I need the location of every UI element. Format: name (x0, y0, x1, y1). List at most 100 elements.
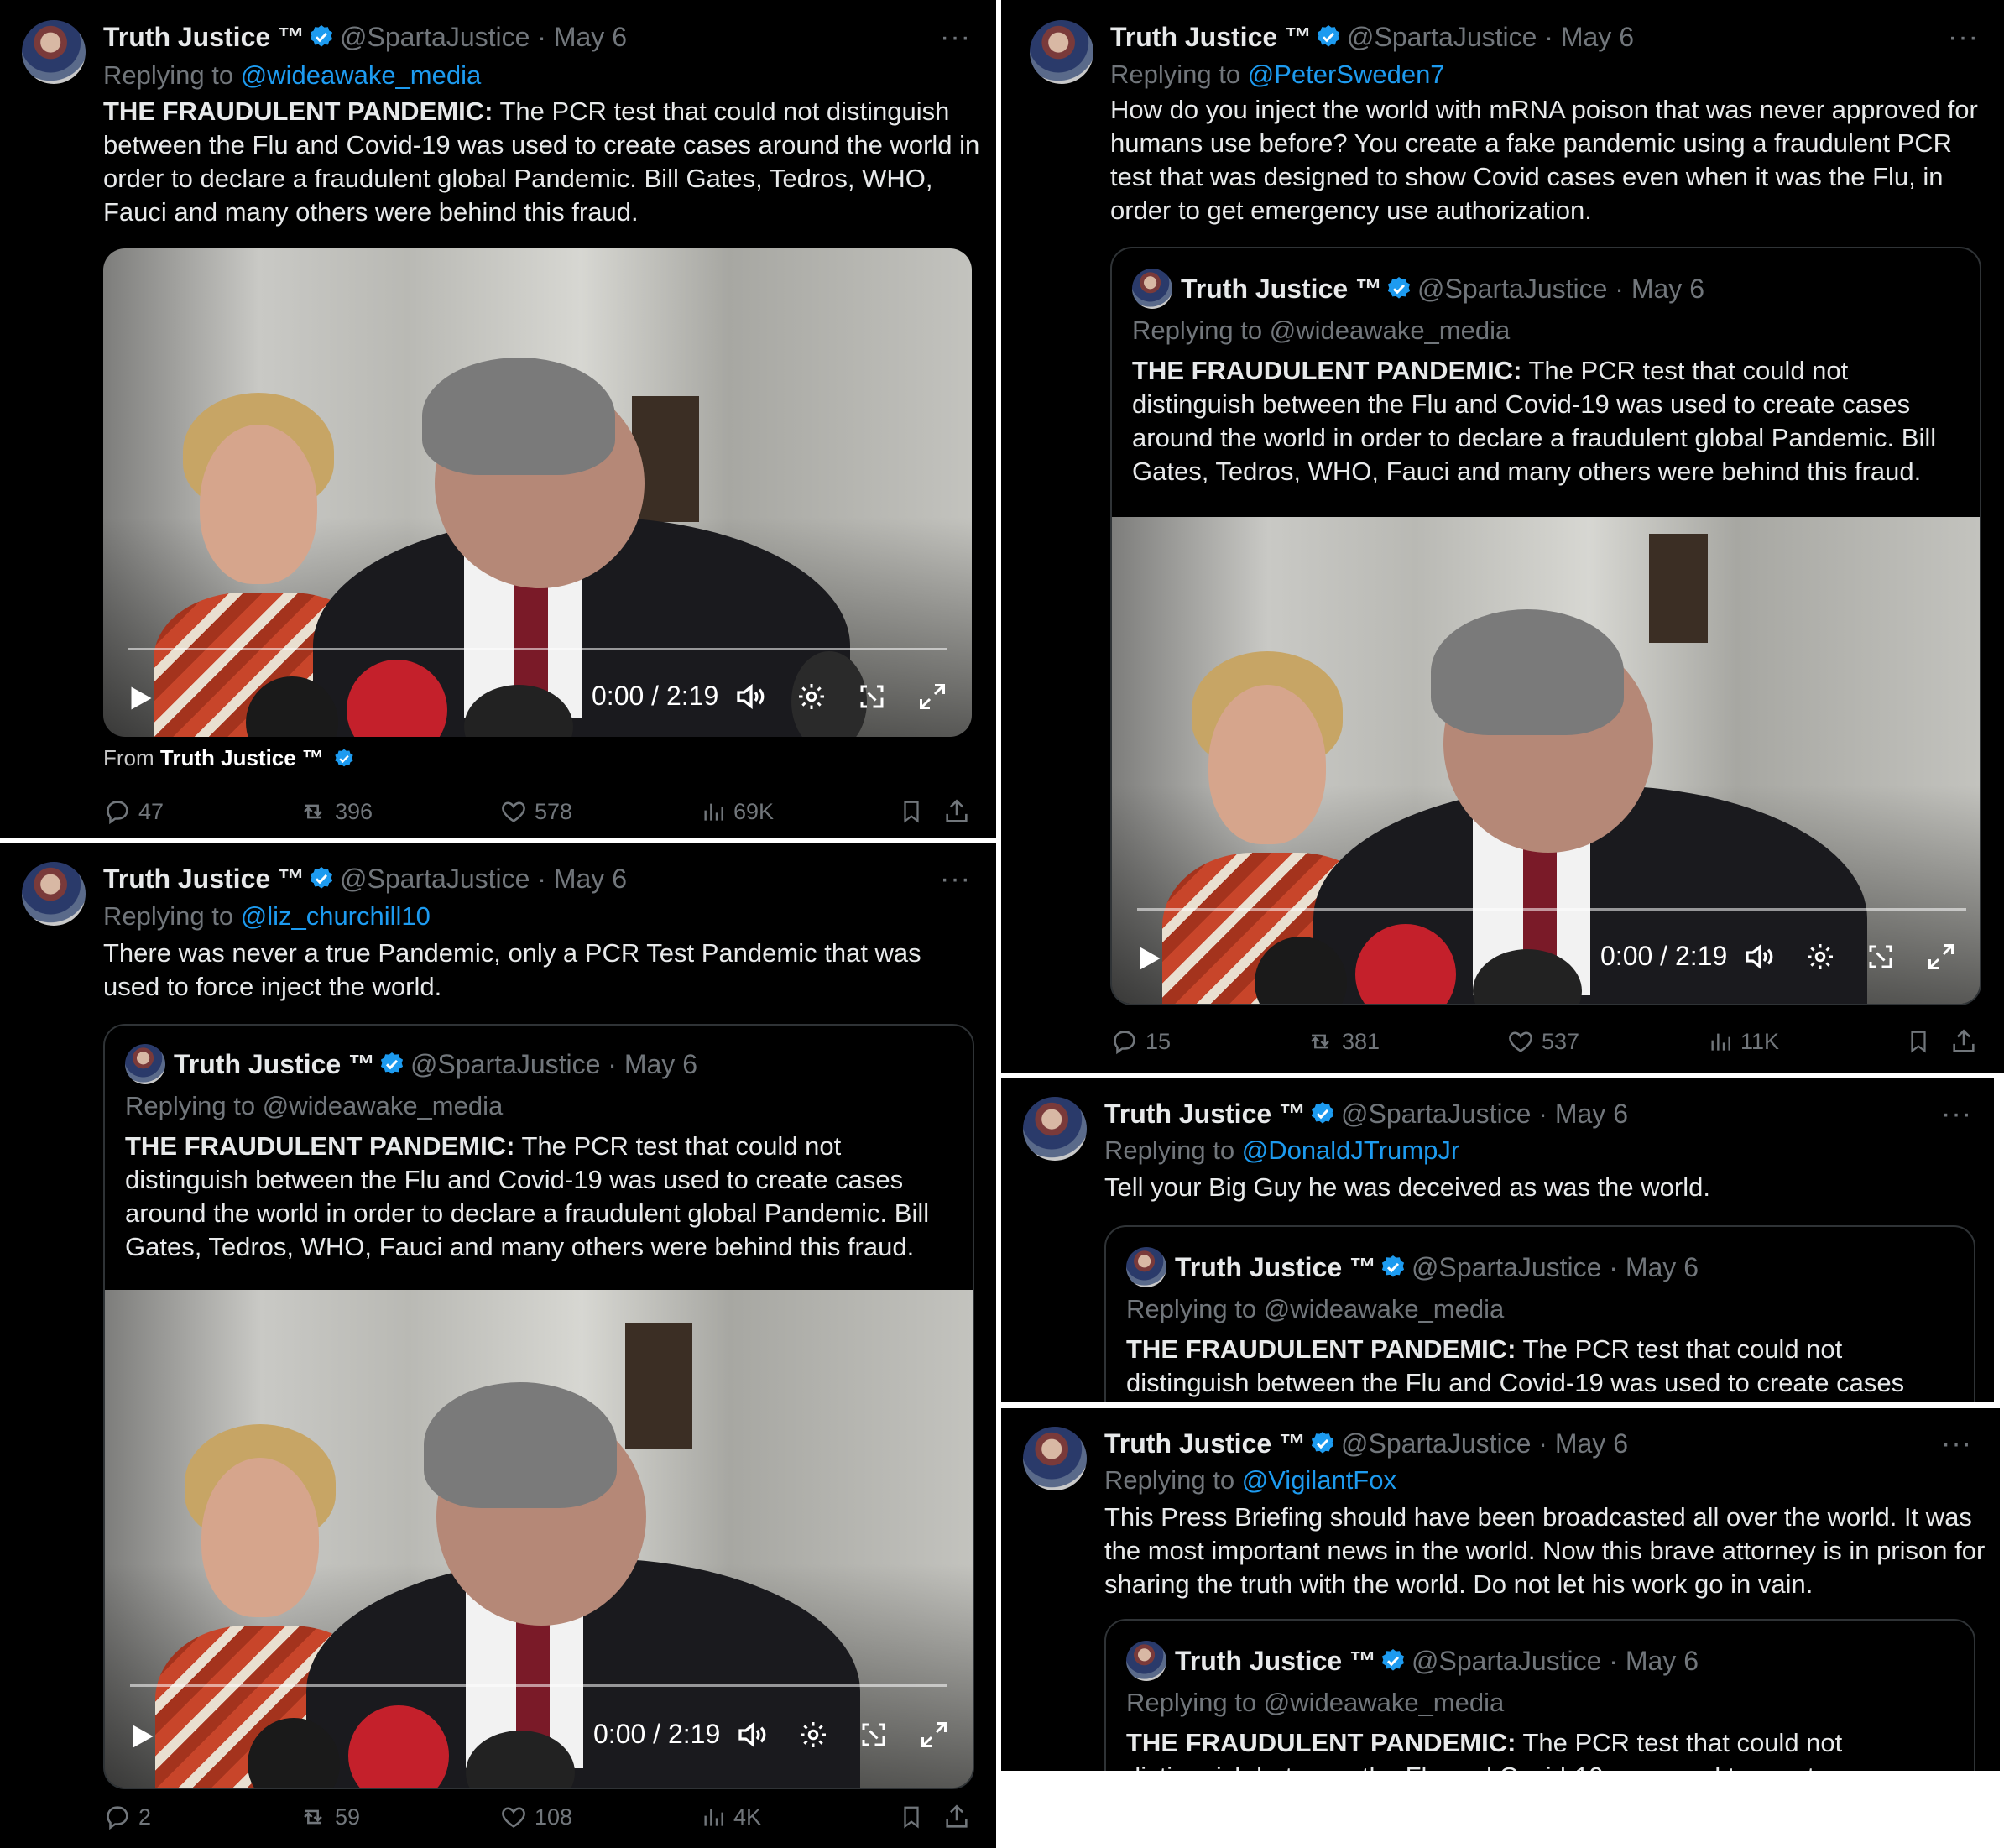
quoted-author-name: Truth Justice ™ (174, 1049, 376, 1079)
author-name[interactable]: Truth Justice ™ (103, 22, 305, 52)
repost-button[interactable]: 396 (298, 797, 373, 826)
reply-to-link[interactable]: @PeterSweden7 (1248, 60, 1445, 89)
fullscreen-icon[interactable] (1926, 942, 1956, 972)
like-button[interactable]: 108 (499, 1803, 572, 1831)
heart-icon (502, 801, 525, 822)
quoted-tweet[interactable]: Truth Justice ™ @SpartaJustice · May 6 Re… (1104, 1225, 1975, 1402)
bookmark-icon[interactable] (1906, 1027, 1931, 1056)
more-options-icon[interactable]: ··· (1941, 1099, 1972, 1128)
reply-button[interactable]: 15 (1110, 1027, 1171, 1056)
reply-button[interactable]: 2 (103, 1803, 151, 1831)
share-icon[interactable] (942, 797, 971, 826)
like-count: 578 (535, 798, 573, 824)
separator-dot: · (1609, 1252, 1618, 1282)
separator-dot: · (1538, 1099, 1547, 1129)
author-handle[interactable]: @SpartaJustice (1341, 1099, 1531, 1129)
avatar[interactable] (22, 862, 86, 926)
video-progress-bar[interactable] (1137, 908, 1966, 911)
reply-prefix: Replying to (1132, 316, 1263, 345)
like-button[interactable]: 537 (1506, 1027, 1579, 1056)
volume-icon[interactable] (734, 680, 768, 713)
bookmark-icon[interactable] (899, 797, 924, 826)
video-time: 0:00 / 2:19 (592, 681, 719, 711)
reply-to-link[interactable]: @wideawake_media (241, 60, 482, 90)
view-count: 4K (733, 1804, 762, 1830)
reply-count: 2 (138, 1804, 152, 1830)
repost-button[interactable]: 381 (1305, 1027, 1380, 1056)
tweet-date[interactable]: May 6 (1561, 22, 1634, 52)
author-name[interactable]: Truth Justice ™ (103, 864, 305, 894)
avatar[interactable] (1023, 1427, 1087, 1490)
picture-in-picture-icon[interactable] (858, 1720, 889, 1750)
author-name[interactable]: Truth Justice ™ (1110, 22, 1312, 52)
tweet-date[interactable]: May 6 (1555, 1428, 1628, 1459)
quoted-header: Truth Justice ™ @SpartaJustice · May 6 (1175, 1250, 1699, 1284)
like-button[interactable]: 578 (499, 797, 572, 826)
settings-gear-icon[interactable] (796, 681, 827, 712)
share-icon[interactable] (942, 1803, 971, 1831)
views-button[interactable]: 4K (700, 1803, 761, 1831)
volume-icon[interactable] (1743, 940, 1777, 974)
reply-to-link[interactable]: @DonaldJTrumpJr (1242, 1135, 1459, 1165)
reply-icon (1114, 1031, 1135, 1055)
separator-dot: · (1615, 274, 1624, 304)
views-button[interactable]: 69K (700, 797, 774, 826)
tweet-panel-3: Truth Justice ™ @SpartaJustice · May 6 ··… (1001, 0, 2004, 1073)
more-options-icon[interactable]: ··· (1941, 1429, 1972, 1458)
avatar[interactable] (1030, 20, 1093, 84)
repost-icon (304, 1809, 322, 1825)
replying-to: Replying to @PeterSweden7 (1110, 58, 1445, 91)
quoted-date: May 6 (1625, 1646, 1699, 1676)
repost-button[interactable]: 59 (298, 1803, 360, 1831)
video-player[interactable]: 0:00 / 2:19 (103, 248, 972, 737)
tweet-date[interactable]: May 6 (554, 22, 627, 52)
settings-gear-icon[interactable] (1805, 942, 1835, 972)
video-progress-bar[interactable] (130, 1684, 947, 1687)
play-icon[interactable] (1134, 943, 1164, 974)
quoted-date: May 6 (1631, 274, 1704, 304)
video-progress-bar[interactable] (128, 648, 947, 650)
reply-to-link[interactable]: @VigilantFox (1242, 1465, 1396, 1495)
picture-in-picture-icon[interactable] (857, 681, 887, 712)
avatar[interactable] (1023, 1097, 1087, 1161)
author-handle[interactable]: @SpartaJustice (1347, 22, 1537, 52)
tweet-text: There was never a true Pandemic, only a … (103, 938, 921, 1001)
quoted-tweet[interactable]: Truth Justice ™ @SpartaJustice · May 6 Re… (103, 1024, 974, 1789)
verified-badge-icon (1311, 1432, 1334, 1454)
quoted-tweet[interactable]: Truth Justice ™ @SpartaJustice · May 6 Re… (1104, 1619, 1975, 1771)
reply-prefix: Replying to (1126, 1688, 1257, 1717)
reply-button[interactable]: 47 (103, 797, 164, 826)
views-button[interactable]: 11K (1707, 1027, 1779, 1056)
heart-icon (1509, 1031, 1532, 1052)
reply-to-link[interactable]: @liz_churchill10 (241, 901, 431, 931)
author-name[interactable]: Truth Justice ™ (1104, 1428, 1306, 1459)
play-icon[interactable] (125, 683, 155, 713)
tweet-date[interactable]: May 6 (554, 864, 627, 894)
quoted-handle: @SpartaJustice (410, 1049, 601, 1079)
avatar[interactable] (22, 20, 86, 84)
author-name[interactable]: Truth Justice ™ (1104, 1099, 1306, 1129)
more-options-icon[interactable]: ··· (940, 864, 971, 893)
quoted-handle: @SpartaJustice (1417, 274, 1608, 304)
tweet-date[interactable]: May 6 (1555, 1099, 1628, 1129)
fullscreen-icon[interactable] (917, 681, 947, 712)
more-options-icon[interactable]: ··· (1948, 23, 1979, 51)
fullscreen-icon[interactable] (919, 1720, 949, 1750)
volume-icon[interactable] (736, 1718, 770, 1751)
author-handle[interactable]: @SpartaJustice (340, 864, 530, 894)
author-handle[interactable]: @SpartaJustice (340, 22, 530, 52)
more-options-icon[interactable]: ··· (940, 23, 971, 51)
picture-in-picture-icon[interactable] (1866, 942, 1896, 972)
quoted-text: THE FRAUDULENT PANDEMIC: The PCR test th… (1126, 1333, 1957, 1402)
settings-gear-icon[interactable] (798, 1720, 828, 1750)
quoted-replying-to: Replying to @wideawake_media (1126, 1686, 1504, 1720)
author-handle[interactable]: @SpartaJustice (1341, 1428, 1531, 1459)
view-count: 69K (733, 798, 775, 824)
bookmark-icon[interactable] (899, 1803, 924, 1831)
from-author[interactable]: Truth Justice ™ (160, 745, 324, 770)
video-player[interactable]: 0:00 / 2:19 (105, 1290, 973, 1788)
play-icon[interactable] (127, 1721, 157, 1751)
share-icon[interactable] (1949, 1027, 1978, 1056)
quoted-tweet[interactable]: Truth Justice ™ @SpartaJustice · May 6 Re… (1110, 247, 1981, 1005)
video-player[interactable]: 0:00 / 2:19 (1112, 517, 1980, 1004)
